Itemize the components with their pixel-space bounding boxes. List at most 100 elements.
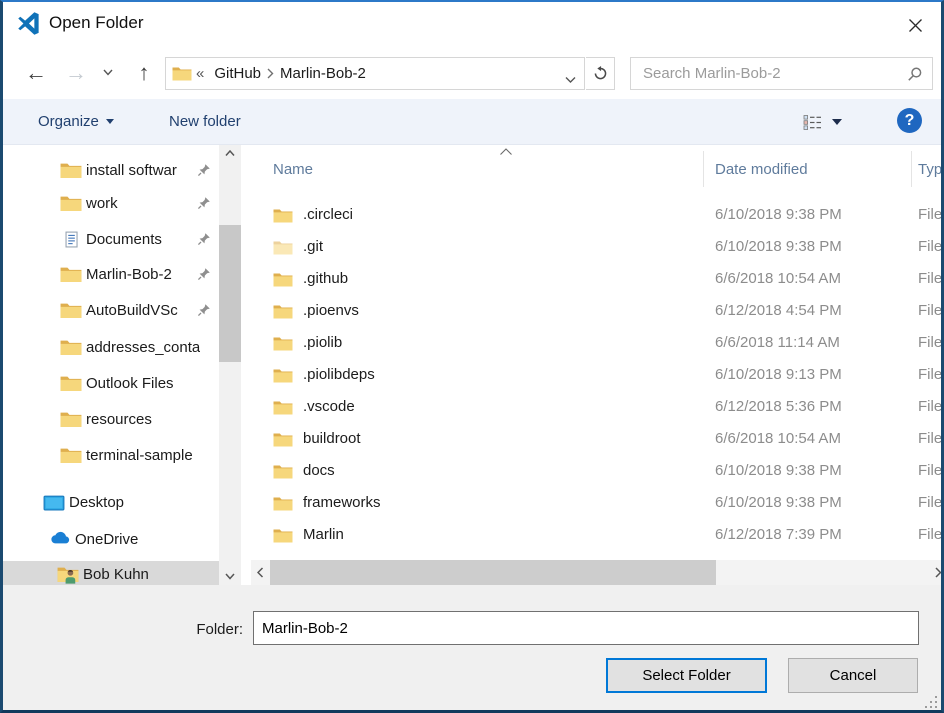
sidebar-item-terminal-sample[interactable]: terminal-sample: [3, 442, 219, 469]
file-name: .vscode: [303, 398, 355, 415]
sidebar-item-label: Documents: [86, 231, 162, 248]
back-icon[interactable]: ←: [21, 46, 51, 99]
search-input[interactable]: [631, 58, 899, 89]
sidebar-item-documents[interactable]: Documents: [3, 226, 219, 253]
file-row-dot-piolibdeps[interactable]: .piolibdeps6/10/2018 9:13 PMFile: [251, 360, 944, 392]
sidebar-scrollbar[interactable]: [219, 145, 241, 585]
up-arrow-icon[interactable]: ↑: [129, 46, 159, 99]
sidebar-item-outlook-files[interactable]: Outlook Files: [3, 370, 219, 397]
sidebar-item-autobuildvsc[interactable]: AutoBuildVSc: [3, 297, 219, 324]
column-header-name[interactable]: Name: [273, 145, 703, 193]
sidebar-item-desktop[interactable]: Desktop: [3, 489, 219, 516]
pin-icon: [197, 267, 211, 281]
scroll-left-icon[interactable]: [251, 560, 269, 585]
file-date-modified: 6/6/2018 11:14 AM: [715, 334, 840, 351]
folder-icon: [273, 272, 293, 288]
file-type: File: [918, 494, 942, 511]
file-type: File: [918, 398, 942, 415]
desktop-icon: [43, 494, 65, 511]
organize-button[interactable]: Organize: [38, 99, 114, 144]
breadcrumb-chevron-icon[interactable]: [267, 68, 274, 79]
file-row-dot-vscode[interactable]: .vscode6/12/2018 5:36 PMFile: [251, 392, 944, 424]
change-view-button[interactable]: [803, 109, 855, 135]
organize-caret-icon: [106, 119, 114, 124]
column-type-label: Typ: [918, 161, 942, 178]
close-icon[interactable]: [901, 12, 929, 38]
title-bar: Open Folder: [3, 2, 941, 46]
help-button[interactable]: ?: [897, 108, 922, 133]
organize-label: Organize: [38, 113, 99, 130]
file-type: File: [918, 462, 942, 479]
file-row-docs[interactable]: docs6/10/2018 9:38 PMFile: [251, 456, 944, 488]
navigation-pane: install softwar work Documents Marlin-Bob-2…: [3, 145, 219, 585]
address-chevron-down-icon[interactable]: [565, 71, 576, 89]
folder-icon: [273, 528, 293, 544]
sidebar-item-marlin-bob-2[interactable]: Marlin-Bob-2: [3, 261, 219, 288]
horizontal-scroll-thumb[interactable]: [270, 560, 716, 585]
sidebar-item-addresses-conta[interactable]: addresses_conta: [3, 334, 219, 361]
folder-icon: [60, 302, 82, 319]
resize-grip[interactable]: [925, 696, 937, 708]
folder-icon: [273, 464, 293, 480]
file-type: File: [918, 334, 942, 351]
scroll-up-icon[interactable]: [219, 145, 241, 162]
sidebar-item-bob-kuhn[interactable]: Bob Kuhn: [3, 561, 219, 585]
file-date-modified: 6/6/2018 10:54 AM: [715, 270, 841, 287]
column-header-date-modified[interactable]: Date modified: [715, 145, 905, 193]
file-row-dot-pioenvs[interactable]: .pioenvs6/12/2018 4:54 PMFile: [251, 296, 944, 328]
address-folder-icon: [172, 66, 192, 82]
file-row-buildroot[interactable]: buildroot6/6/2018 10:54 AMFile: [251, 424, 944, 456]
sidebar-item-work[interactable]: work: [3, 190, 219, 217]
column-header-type[interactable]: Typ: [918, 145, 944, 193]
folder-icon: [273, 400, 293, 416]
folder-label: Folder:: [153, 621, 243, 638]
new-folder-button[interactable]: New folder: [169, 99, 241, 144]
search-box: [630, 57, 933, 90]
file-row-dot-git[interactable]: .git6/10/2018 9:38 PMFile: [251, 232, 944, 264]
file-name: .pioenvs: [303, 302, 359, 319]
file-row-dot-piolib[interactable]: .piolib6/6/2018 11:14 AMFile: [251, 328, 944, 360]
sidebar-item-install-softwar[interactable]: install softwar: [3, 157, 219, 184]
column-divider[interactable]: [703, 151, 704, 187]
breadcrumb-overflow[interactable]: «: [192, 65, 208, 82]
sidebar-item-label: AutoBuildVSc: [86, 302, 178, 319]
file-type: File: [918, 302, 942, 319]
file-name: frameworks: [303, 494, 381, 511]
file-type: File: [918, 206, 942, 223]
folder-icon: [273, 368, 293, 384]
column-divider[interactable]: [911, 151, 912, 187]
sidebar-scroll-thumb[interactable]: [219, 225, 241, 362]
sidebar-item-resources[interactable]: resources: [3, 406, 219, 433]
file-date-modified: 6/10/2018 9:38 PM: [715, 206, 842, 223]
file-row-Marlin[interactable]: Marlin6/12/2018 7:39 PMFile: [251, 520, 944, 552]
history-chevron-down-icon[interactable]: [98, 46, 118, 99]
cancel-button[interactable]: Cancel: [788, 658, 918, 693]
horizontal-scrollbar[interactable]: [251, 560, 944, 585]
scroll-right-icon[interactable]: [929, 560, 944, 585]
folder-name-input[interactable]: [253, 611, 919, 645]
folder-icon: [273, 304, 293, 320]
sidebar-item-onedrive[interactable]: OneDrive: [3, 526, 219, 553]
scroll-down-icon[interactable]: [219, 568, 241, 585]
sidebar-item-label: resources: [86, 411, 152, 428]
file-row-dot-circleci[interactable]: .circleci6/10/2018 9:38 PMFile: [251, 200, 944, 232]
refresh-icon[interactable]: [586, 57, 615, 90]
breadcrumb-segment-github[interactable]: GitHub: [208, 65, 267, 82]
file-date-modified: 6/6/2018 10:54 AM: [715, 430, 841, 447]
forward-icon[interactable]: →: [61, 46, 91, 99]
breadcrumb-segment-current[interactable]: Marlin-Bob-2: [274, 65, 372, 82]
file-row-frameworks[interactable]: frameworks6/10/2018 9:38 PMFile: [251, 488, 944, 520]
file-type: File: [918, 526, 942, 543]
file-list: Name Date modified Typ .circleci6/10/201…: [251, 145, 944, 585]
open-folder-dialog: Open Folder ← → ↑ « GitHub Marlin-Bob-2: [0, 0, 944, 713]
magnifier-icon[interactable]: [907, 66, 923, 82]
file-row-dot-github[interactable]: .github6/6/2018 10:54 AMFile: [251, 264, 944, 296]
select-folder-button[interactable]: Select Folder: [606, 658, 767, 693]
address-bar[interactable]: « GitHub Marlin-Bob-2: [165, 57, 585, 90]
folder-icon: [60, 339, 82, 356]
folder-icon: [273, 208, 293, 224]
folder-icon: [60, 266, 82, 283]
file-date-modified: 6/10/2018 9:38 PM: [715, 238, 842, 255]
file-name: .git: [303, 238, 323, 255]
file-type: File: [918, 366, 942, 383]
